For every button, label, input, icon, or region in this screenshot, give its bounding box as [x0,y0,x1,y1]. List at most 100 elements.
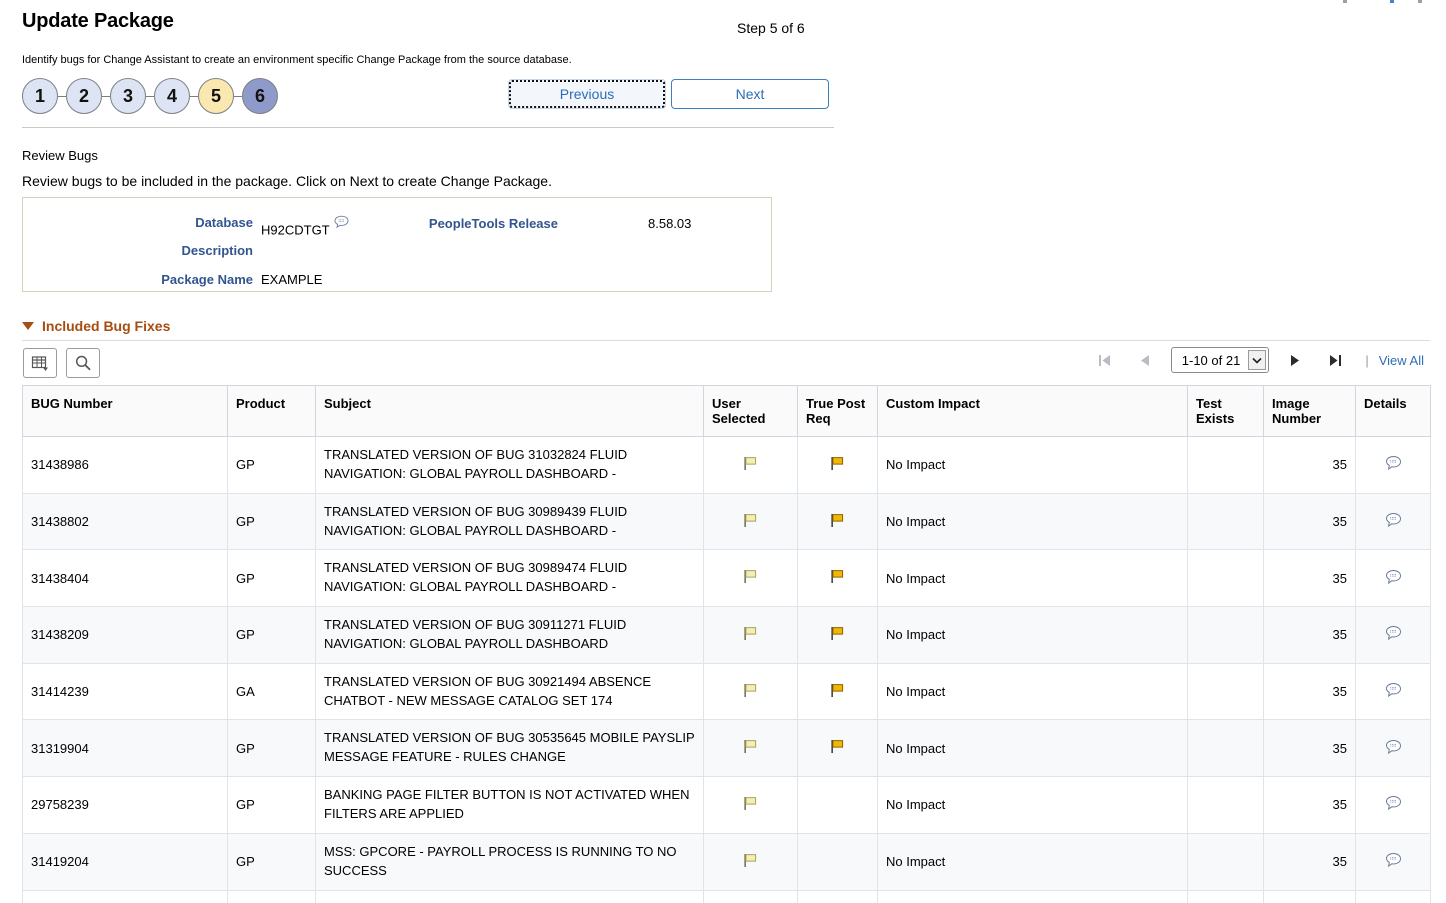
next-page-icon[interactable] [1275,353,1315,368]
cell-true-post-req[interactable] [797,662,878,721]
next-button[interactable]: Next [671,79,829,109]
cell-subject: TRANSLATED VERSION OF BUG 30911271 FLUID… [315,606,704,664]
cell-user-selected[interactable] [703,436,798,494]
previous-page-icon[interactable] [1125,353,1165,368]
comment-icon [1385,626,1401,641]
true-post-req-flag-icon [831,683,844,697]
cell-true-post-req[interactable] [797,436,878,494]
cell-true-post-req[interactable] [797,549,878,608]
cell-user-selected[interactable] [703,662,798,721]
cell-details[interactable] [1355,832,1431,891]
user-selected-flag-icon [744,456,757,470]
column-header-true-post-req[interactable]: True Post Req [797,385,878,437]
cell-true-post-req[interactable] [797,492,878,551]
cell-details[interactable] [1355,889,1431,903]
step-connector [190,95,198,97]
cell-user-selected[interactable] [703,549,798,608]
true-post-req-flag-icon [831,570,844,584]
cell-image-number: 35 [1263,662,1356,721]
cell-subject: DELIVER MISSED DUTCH TRANSLATION FIX LEA… [315,889,704,903]
comment-icon [1385,796,1401,811]
cell-true-post-req[interactable] [797,719,878,778]
cell-true-post-req[interactable] [797,832,878,891]
table-row[interactable]: 31438802 GP TRANSLATED VERSION OF BUG 3098… [22,492,1431,551]
table-row[interactable]: 31419204 GP MSS: GPCORE - PAYROLL PROCESS … [22,832,1431,891]
table-row[interactable]: 31319904 GP TRANSLATED VERSION OF BUG 3053… [22,719,1431,778]
cell-user-selected[interactable] [703,606,798,664]
cell-details[interactable] [1355,436,1431,494]
step-label: 3 [122,85,133,106]
cell-subject: TRANSLATED VERSION OF BUG 31032824 FLUID… [315,436,704,494]
cell-subject: BANKING PAGE FILTER BUTTON IS NOT ACTIVA… [315,776,704,834]
cell-custom-impact: No Impact [877,492,1188,551]
triangle-down-icon [22,322,34,330]
database-label: Database [195,215,253,230]
step-indicator-5[interactable]: 5 [198,78,234,114]
cell-true-post-req[interactable] [797,776,878,834]
cell-details[interactable] [1355,549,1431,608]
page-range-select[interactable]: 1-10 of 21 [1170,347,1270,373]
search-icon[interactable] [66,348,100,378]
user-selected-flag-icon [744,570,757,584]
cell-details[interactable] [1355,776,1431,834]
update-package-page: Update Package Step 5 of 6 Identify bugs… [0,0,1446,903]
cut-off-toolbar-sliver [0,0,1446,3]
cell-user-selected[interactable] [703,832,798,891]
column-header-custom-impact[interactable]: Custom Impact [877,385,1188,437]
cell-user-selected[interactable] [703,719,798,778]
database-text: H92CDTGT [261,222,330,238]
cell-product: GA [227,662,316,721]
table-row[interactable]: 31438404 GP TRANSLATED VERSION OF BUG 3098… [22,549,1431,608]
bug-fixes-table: BUG Number Product Subject User Selected… [22,385,1431,903]
grid-export-icon[interactable] [23,348,57,378]
cell-true-post-req[interactable] [797,606,878,664]
cell-details[interactable] [1355,719,1431,778]
table-row[interactable]: 31212233GADELIVER MISSED DUTCH TRANSLATI… [22,889,1431,903]
step-label: 6 [254,85,265,106]
previous-button[interactable]: Previous [508,79,666,109]
package-info-panel: Database H92CDTGT PeopleTools Release 8.… [22,197,772,292]
database-value: H92CDTGT [261,215,349,237]
column-header-details[interactable]: Details [1355,385,1431,437]
cell-true-post-req[interactable] [797,889,878,903]
cell-product: GP [227,606,316,664]
step-indicator-3[interactable]: 3 [110,78,146,114]
cell-bug-number: 31438802 [22,492,228,551]
column-header-test-exists[interactable]: Test Exists [1187,385,1264,437]
table-row[interactable]: 31438209 GP TRANSLATED VERSION OF BUG 3091… [22,606,1431,664]
page-range-text: 1-10 of 21 [1181,352,1241,368]
view-all-link[interactable]: View All [1379,353,1430,368]
column-header-user-selected[interactable]: User Selected [703,385,798,437]
column-header-subject[interactable]: Subject [315,385,704,437]
first-page-icon[interactable] [1085,353,1125,368]
cell-user-selected[interactable] [703,889,798,903]
cell-details[interactable] [1355,492,1431,551]
table-header-row: BUG Number Product Subject User Selected… [22,385,1431,437]
comment-icon[interactable] [334,215,349,232]
last-page-icon[interactable] [1315,353,1355,368]
true-post-req-flag-icon [831,740,844,754]
section-title: Included Bug Fixes [42,318,171,334]
table-row[interactable]: 31438986 GP TRANSLATED VERSION OF BUG 3103… [22,436,1431,494]
cell-subject: TRANSLATED VERSION OF BUG 30535645 MOBIL… [315,719,704,778]
chevron-down-icon [1248,350,1267,370]
column-header-bug-number[interactable]: BUG Number [22,385,228,437]
cell-image-number: 35 [1263,776,1356,834]
column-header-image-number[interactable]: Image Number [1263,385,1356,437]
step-indicator-4[interactable]: 4 [154,78,190,114]
cell-user-selected[interactable] [703,492,798,551]
user-selected-flag-icon [744,740,757,754]
cell-details[interactable] [1355,662,1431,721]
step-indicator-6[interactable]: 6 [242,78,278,114]
cell-image-number: 35 [1263,832,1356,891]
table-row[interactable]: 31414239 GA TRANSLATED VERSION OF BUG 3092… [22,662,1431,721]
step-indicator-2[interactable]: 2 [66,78,102,114]
included-bug-fixes-section-toggle[interactable]: Included Bug Fixes [22,318,170,334]
cell-user-selected[interactable] [703,776,798,834]
package-name-label: Package Name [161,272,253,287]
comment-icon [1385,853,1401,868]
step-indicator-1[interactable]: 1 [22,78,58,114]
table-row[interactable]: 29758239 GP BANKING PAGE FILTER BUTTON IS … [22,776,1431,834]
column-header-product[interactable]: Product [227,385,316,437]
cell-details[interactable] [1355,606,1431,664]
